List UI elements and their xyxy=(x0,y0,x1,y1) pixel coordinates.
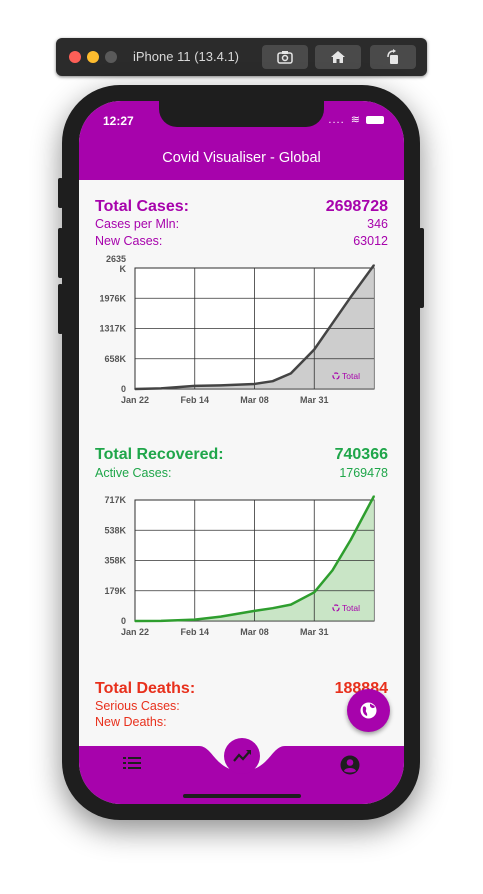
y-tick-label: 658K xyxy=(104,354,126,364)
new-deaths-label: New Deaths: xyxy=(95,715,167,729)
global-fab-button[interactable] xyxy=(347,689,390,732)
list-view-button[interactable] xyxy=(123,756,141,770)
total-cases-value: 2698728 xyxy=(325,198,388,215)
new-cases-label: New Cases: xyxy=(95,234,163,248)
x-tick-label: Mar 08 xyxy=(240,395,269,405)
cases-per-mln-value: 346 xyxy=(367,217,388,231)
data-point xyxy=(331,569,334,572)
data-point xyxy=(271,607,274,609)
y-tick-label: 0 xyxy=(121,616,126,626)
globe-icon xyxy=(360,702,377,719)
simulator-toolbar: iPhone 11 (13.4.1) xyxy=(56,38,427,76)
total-cases-label: Total Cases: xyxy=(95,198,189,215)
y-tick-label: 717K xyxy=(104,495,126,505)
wifi-icon: ≋ xyxy=(350,114,360,126)
y-tick-label: 179K xyxy=(104,586,126,596)
new-cases-value: 63012 xyxy=(353,234,388,248)
signal-icon: .... xyxy=(328,114,345,126)
data-point xyxy=(219,615,222,618)
screenshot-button[interactable] xyxy=(262,45,308,69)
data-point xyxy=(373,264,375,266)
status-icons: .... ≋ xyxy=(328,113,384,126)
total-recovered-label: Total Recovered: xyxy=(95,446,224,463)
legend-label: Total xyxy=(342,371,360,381)
data-point xyxy=(160,620,162,622)
data-point xyxy=(193,618,196,621)
data-point xyxy=(290,372,292,375)
battery-icon xyxy=(366,116,384,125)
zoom-window-button[interactable] xyxy=(105,51,117,63)
profile-button[interactable] xyxy=(340,755,360,775)
x-tick-label: Feb 14 xyxy=(180,627,209,637)
data-point xyxy=(219,384,222,387)
total-deaths-label: Total Deaths: xyxy=(95,680,196,697)
x-tick-label: Feb 14 xyxy=(180,395,209,405)
y-tick-label: 358K xyxy=(104,556,126,566)
data-point xyxy=(160,387,162,390)
x-tick-label: Jan 22 xyxy=(121,395,149,405)
legend-label: Total xyxy=(342,603,360,613)
data-point xyxy=(349,539,352,541)
x-tick-label: Mar 08 xyxy=(240,627,269,637)
active-cases-label: Active Cases: xyxy=(95,466,172,480)
y-tick-label: 1317K xyxy=(99,324,126,334)
y-tick-label: K xyxy=(120,264,127,274)
home-button[interactable] xyxy=(315,45,361,69)
data-point xyxy=(134,388,136,390)
data-point xyxy=(290,603,292,606)
notch xyxy=(159,101,324,127)
serious-cases-label: Serious Cases: xyxy=(95,699,180,713)
app-bar: 12:27 .... ≋ Covid Visualiser - Global xyxy=(79,101,404,180)
y-tick-label: 1976K xyxy=(99,293,126,303)
data-point xyxy=(313,348,316,351)
total-cases-chart: 0 658K 1317K 1976K 2635K Jan 22 Feb 14 Mar 08 Ma… xyxy=(99,254,376,405)
x-tick-label: Jan 22 xyxy=(121,627,149,637)
data-point xyxy=(253,610,256,612)
home-icon xyxy=(331,51,345,63)
cases-per-mln-label: Cases per Mln: xyxy=(95,217,180,231)
y-tick-label: 2635 xyxy=(106,254,126,264)
x-tick-label: Mar 31 xyxy=(300,395,329,405)
account-circle-icon xyxy=(340,755,360,775)
volume-down-button xyxy=(58,284,63,334)
data-point xyxy=(373,495,375,497)
data-point xyxy=(253,383,256,385)
home-indicator xyxy=(183,794,301,798)
rotate-icon xyxy=(387,49,398,64)
status-time: 12:27 xyxy=(103,114,134,128)
list-icon xyxy=(123,757,141,769)
data-point xyxy=(349,296,352,298)
simulator-title: iPhone 11 (13.4.1) xyxy=(133,49,239,64)
trending-up-icon xyxy=(233,750,251,762)
total-recovered-value: 740366 xyxy=(334,446,388,463)
volume-up-button xyxy=(58,228,63,278)
chart-view-button[interactable] xyxy=(224,738,260,774)
app-title: Covid Visualiser - Global xyxy=(162,150,321,166)
y-tick-label: 0 xyxy=(121,384,126,394)
total-recovered-chart: 0 179K 358K 538K 717K Jan 22 Feb 14 Mar 08 Mar 3… xyxy=(104,495,376,637)
camera-icon xyxy=(277,51,293,64)
active-cases-value: 1769478 xyxy=(339,466,388,480)
x-tick-label: Mar 31 xyxy=(300,627,329,637)
y-tick-label: 538K xyxy=(104,525,126,535)
data-point xyxy=(193,385,196,387)
minimize-window-button[interactable] xyxy=(87,51,99,63)
data-point xyxy=(134,620,136,622)
data-point xyxy=(313,591,316,594)
rotate-button[interactable] xyxy=(370,45,416,69)
data-point xyxy=(271,380,274,382)
power-button xyxy=(419,228,424,308)
phone-screen: 12:27 .... ≋ Covid Visualiser - Global T… xyxy=(79,101,404,804)
mute-switch xyxy=(58,178,63,208)
close-window-button[interactable] xyxy=(69,51,81,63)
data-point xyxy=(331,322,334,325)
